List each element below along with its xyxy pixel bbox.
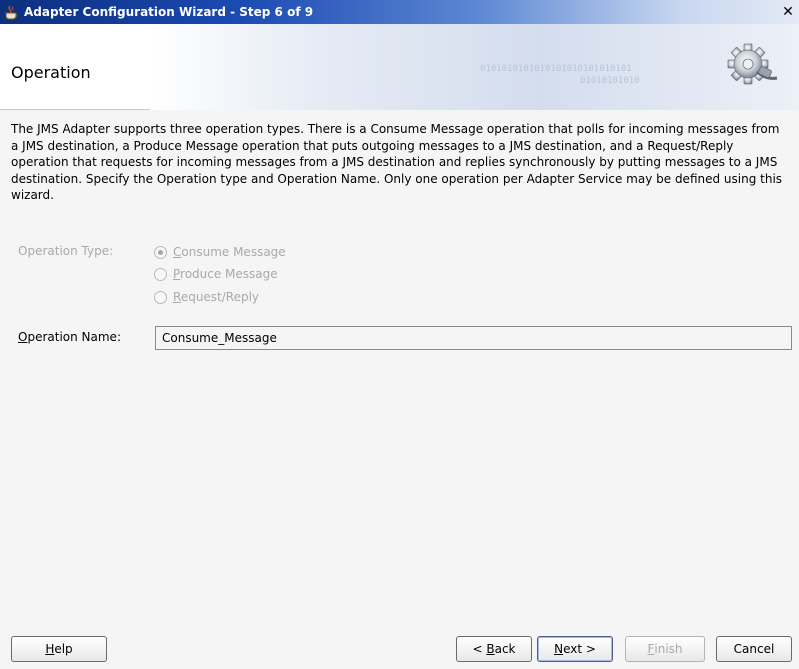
java-coffee-cup-icon	[4, 4, 20, 20]
window-title: Adapter Configuration Wizard - Step 6 of…	[24, 5, 314, 19]
wizard-window: Adapter Configuration Wizard - Step 6 of…	[0, 0, 799, 669]
back-button[interactable]: < Back	[456, 636, 532, 662]
next-button[interactable]: Next >	[537, 636, 613, 662]
radio-produce-message[interactable]: Produce Message	[154, 267, 278, 281]
operation-type-label: Operation Type:	[18, 244, 114, 258]
radio-button[interactable]	[154, 267, 167, 281]
radio-label-consume: Consume Message	[173, 245, 286, 259]
gear-plug-icon	[727, 43, 778, 85]
radio-label-request-reply: Request/Reply	[173, 290, 260, 304]
operation-name-label: Operation Name:	[18, 330, 121, 344]
radio-button-checked[interactable]	[154, 245, 167, 259]
wizard-header: 0101010101010101010101010101 01010101010	[0, 24, 799, 110]
title-bar[interactable]: Adapter Configuration Wizard - Step 6 of…	[0, 0, 799, 24]
finish-button[interactable]: Finish	[625, 636, 705, 662]
banner-binary-text: 0101010101010101010101010101	[480, 64, 632, 74]
radio-request-reply[interactable]: Request/Reply	[154, 290, 259, 304]
banner-binary-text-2: 01010101010	[580, 76, 640, 86]
description-text: The JMS Adapter supports three operation…	[11, 122, 783, 202]
help-button[interactable]: Help	[11, 636, 107, 662]
radio-button[interactable]	[154, 290, 167, 304]
close-icon[interactable]: ✕	[779, 3, 797, 21]
operation-name-input[interactable]	[155, 326, 792, 350]
radio-consume-message[interactable]: Consume Message	[154, 245, 286, 259]
banner-art: 0101010101010101010101010101 01010101010	[150, 24, 799, 110]
cancel-button[interactable]: Cancel	[716, 636, 792, 662]
page-title: Operation	[11, 63, 91, 82]
radio-label-produce: Produce Message	[173, 267, 278, 281]
